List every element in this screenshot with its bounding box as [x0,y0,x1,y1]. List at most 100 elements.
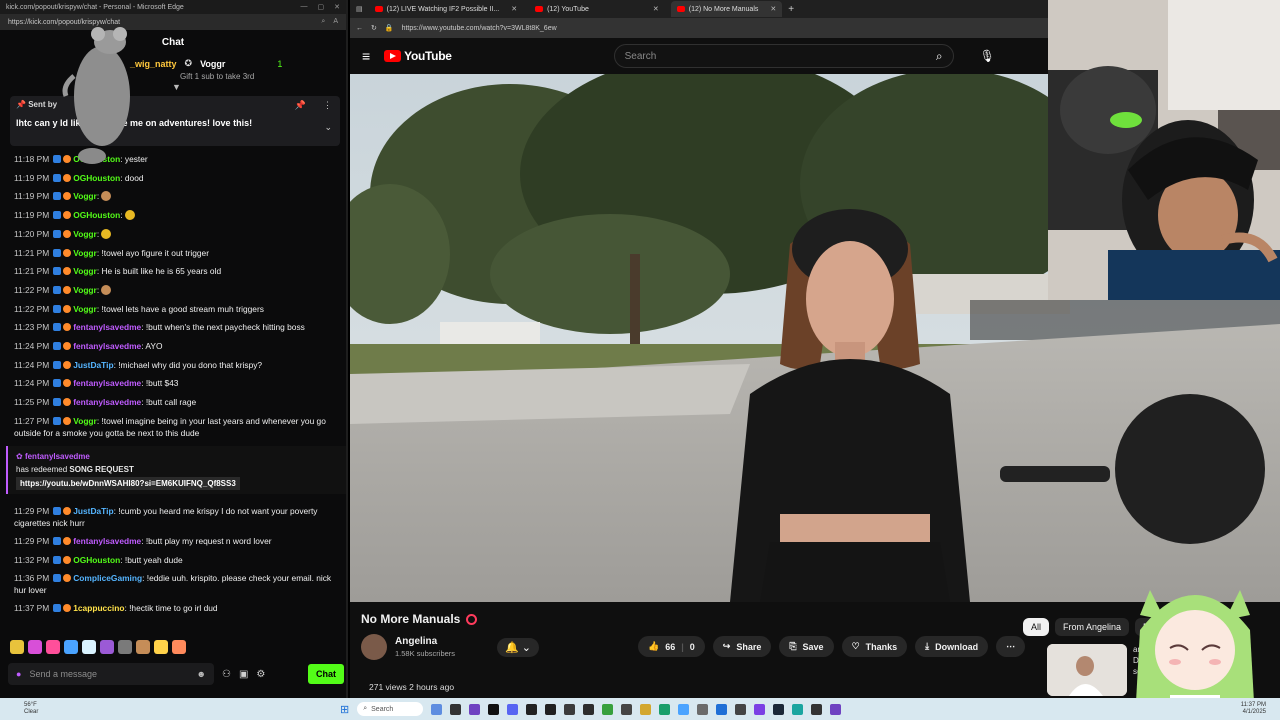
app-icon[interactable] [545,703,557,715]
gift-leaderboard[interactable]: _wig_natty ✪ Voggr 1 Gift 1 sub to take … [0,54,346,92]
emote-icon[interactable] [100,640,114,654]
message-username[interactable]: OGHouston [73,555,120,565]
gift-icon[interactable]: ▣ [239,669,248,680]
emote-icon[interactable] [64,640,78,654]
message-username[interactable]: Voggr [73,285,97,295]
app-icon[interactable] [488,703,500,715]
message-username[interactable]: fentanylsavedme [73,322,141,332]
message-username[interactable]: fentanylsavedme [73,536,141,546]
app-icon[interactable] [469,703,481,715]
zoom-icon[interactable]: ⌕ [321,18,325,26]
thanks-button[interactable]: ♡ Thanks [841,636,908,657]
message-username[interactable]: Voggr [73,191,97,201]
app-icon[interactable] [830,703,842,715]
chip-all[interactable]: All [1023,618,1050,636]
app-icon[interactable] [659,703,671,715]
chat-message-input[interactable]: ● Send a message ☻ [8,663,214,685]
emote-icon[interactable] [46,640,60,654]
message-username[interactable]: Voggr [73,304,97,314]
users-icon[interactable]: ⚇ [222,669,231,680]
chat-url-bar[interactable]: https://kick.com/popout/krispyw/chat ⌕ A [0,14,346,30]
back-icon[interactable]: ← [356,25,363,32]
chevron-down-icon[interactable]: ▼ [172,82,181,92]
emote-icon[interactable] [154,640,168,654]
address-bar[interactable]: ← ↻ 🔒 https://www.youtube.com/watch?v=3W… [350,18,1048,38]
message-username[interactable]: Voggr [73,248,97,258]
settings-gear-icon[interactable]: ⚙ [256,669,265,680]
steam-icon[interactable] [773,703,785,715]
like-dislike-button[interactable]: 👍 66 | 0 [638,636,705,657]
search-icon[interactable]: ⌕ [936,49,943,64]
emote-icon[interactable] [118,640,132,654]
more-actions-button[interactable]: ⋯ [996,636,1026,657]
message-username[interactable]: OGHouston [73,210,120,220]
download-button[interactable]: ⤓ Download [915,636,989,657]
sidebar-toggle-icon[interactable]: ▤ [356,5,363,13]
task-view-icon[interactable] [450,703,462,715]
expand-chevron-icon[interactable]: ⌄ [324,122,332,133]
channel-name[interactable]: Angelina [395,636,455,647]
message-username[interactable]: fentanylsavedme [73,341,141,351]
app-icon[interactable] [754,703,766,715]
message-username[interactable]: fentanylsavedme [73,378,141,388]
microphone-icon[interactable]: 🎙 [980,49,995,63]
message-username[interactable]: fentanylsavedme [73,397,141,407]
thumbs-up-icon[interactable]: 👍 [648,641,659,652]
tab-live[interactable]: (12) LIVE Watching IF2 Possible II... ✕ [369,1,523,17]
youtube-logo[interactable]: YouTube [384,49,452,63]
message-username[interactable]: CompliceGaming [73,573,142,583]
new-tab-icon[interactable]: + [788,4,794,15]
maximize-icon[interactable]: ▢ [318,3,325,11]
recommended-video-thumbnail[interactable] [1047,644,1127,696]
start-icon[interactable]: ⊞ [340,703,349,716]
app-icon[interactable] [564,703,576,715]
app-icon[interactable] [735,703,747,715]
message-username[interactable]: JustDaTip [73,360,113,370]
message-username[interactable]: Voggr [73,229,97,239]
chip-from-angelina[interactable]: From Angelina [1055,618,1130,636]
refresh-icon[interactable]: ↻ [371,24,377,32]
save-button[interactable]: ⎘ Save [779,636,834,657]
tab-no-more-manuals[interactable]: (12) No More Manuals ✕ [670,1,783,17]
app-icon[interactable] [697,703,709,715]
close-tab-icon[interactable]: ✕ [770,5,776,13]
app-icon[interactable] [526,703,538,715]
minimize-icon[interactable]: — [301,3,308,11]
app-icon[interactable] [507,703,519,715]
more-options-icon[interactable]: ⋮ [323,100,332,111]
message-username[interactable]: 1cappuccino [73,603,124,613]
notification-bell-button[interactable]: 🔔 ⌄ [497,637,540,657]
channel-avatar[interactable] [361,634,387,660]
message-username[interactable]: JustDaTip [73,506,113,516]
edge-icon[interactable] [792,703,804,715]
pinned-message[interactable]: 📌 Sent by lhtc can y ld like this! take … [10,96,340,146]
message-username[interactable]: Voggr [73,266,97,276]
hamburger-menu-icon[interactable]: ≡ [362,48,370,64]
app-icon[interactable] [716,703,728,715]
message-username[interactable]: Voggr [73,416,97,426]
widgets-icon[interactable] [431,703,443,715]
pin-icon[interactable]: 📌 [295,100,306,111]
close-tab-icon[interactable]: ✕ [511,5,517,13]
song-request-link[interactable]: https://youtu.be/wDnnWSAHI80?si=EM6KUIFN… [16,476,240,490]
close-icon[interactable]: ✕ [334,3,340,11]
app-icon[interactable] [811,703,823,715]
emote-icon[interactable] [28,640,42,654]
share-button[interactable]: ↪ Share [712,636,772,657]
tab-youtube[interactable]: (12) YouTube ✕ [529,1,665,17]
emote-icon[interactable] [136,640,150,654]
emote-icon[interactable] [172,640,186,654]
send-chat-button[interactable]: Chat [308,664,344,684]
app-icon[interactable] [621,703,633,715]
emote-icon[interactable] [82,640,96,654]
system-clock[interactable]: 11:37 PM 4/1/2025 [1241,702,1280,716]
app-icon[interactable] [583,703,595,715]
youtube-search-input[interactable]: Search ⌕ [613,44,954,68]
emote-icon[interactable] [10,640,24,654]
app-icon[interactable] [602,703,614,715]
app-icon[interactable] [640,703,652,715]
weather-widget[interactable]: 56°F Clear [0,702,180,716]
close-tab-icon[interactable]: ✕ [653,5,659,13]
emoji-icon[interactable]: ☻ [197,669,206,679]
app-icon[interactable] [678,703,690,715]
